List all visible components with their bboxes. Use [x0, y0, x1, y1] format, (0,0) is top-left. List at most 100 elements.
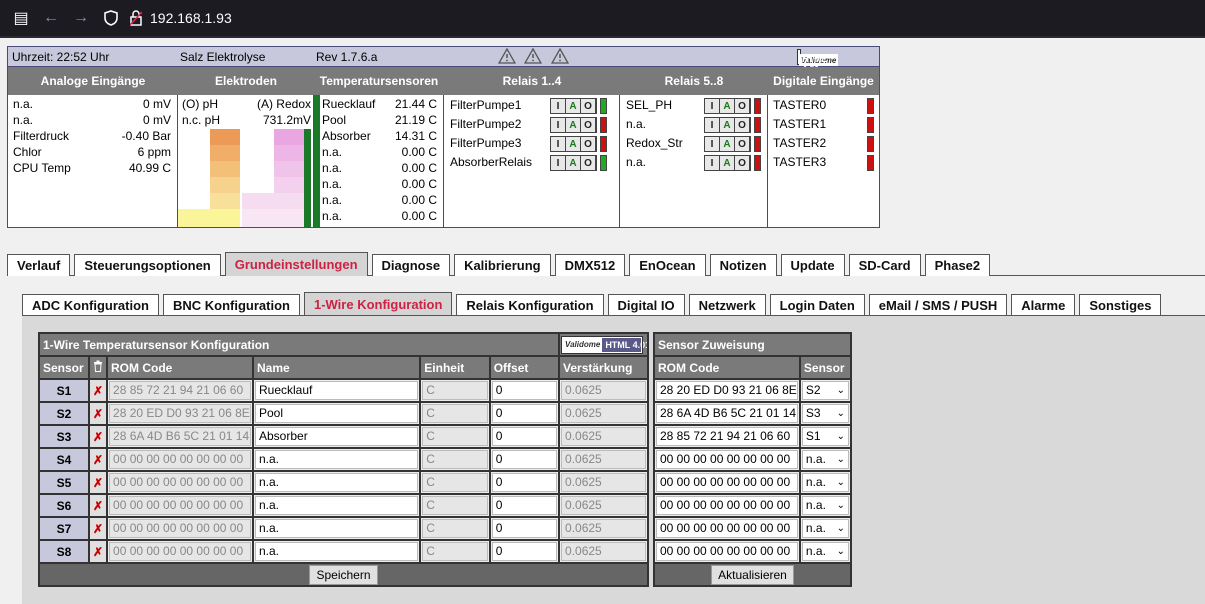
- sensor-select[interactable]: S1 ⌄: [801, 427, 849, 446]
- relay-auto-button[interactable]: A: [566, 137, 580, 151]
- name-field[interactable]: Ruecklauf: [255, 381, 419, 400]
- screen-share-icon[interactable]: ▤: [6, 0, 36, 36]
- unit-field[interactable]: C: [422, 496, 488, 515]
- tab-update[interactable]: Update: [780, 254, 845, 276]
- rom-code-field[interactable]: 00 00 00 00 00 00 00 00: [109, 450, 251, 469]
- relay-auto-button[interactable]: A: [566, 156, 580, 170]
- tab-dmx512[interactable]: DMX512: [554, 254, 626, 276]
- relay-manual-off-button[interactable]: O: [735, 137, 749, 151]
- gain-field[interactable]: 0.0625: [561, 427, 646, 446]
- save-button[interactable]: Speichern: [309, 565, 378, 584]
- relay-auto-button[interactable]: A: [720, 99, 734, 113]
- subtab-email[interactable]: eMail / SMS / PUSH: [868, 294, 1008, 316]
- tab-phase2[interactable]: Phase2: [924, 254, 991, 276]
- tab-enocean[interactable]: EnOcean: [629, 254, 706, 276]
- rom-code-field[interactable]: 28 85 72 21 94 21 06 60: [109, 381, 251, 400]
- offset-field[interactable]: 0: [491, 450, 558, 469]
- sensor-select[interactable]: S2 ⌄: [801, 381, 849, 400]
- relay-manual-off-button[interactable]: O: [735, 156, 749, 170]
- delete-icon[interactable]: ✗: [87, 470, 109, 495]
- sensor-select[interactable]: n.a. ⌄: [801, 519, 849, 538]
- assign-rom-field[interactable]: 00 00 00 00 00 00 00 00: [656, 519, 798, 538]
- gain-field[interactable]: 0.0625: [561, 519, 646, 538]
- subtab-netzwerk[interactable]: Netzwerk: [688, 294, 766, 316]
- delete-icon[interactable]: ✗: [87, 378, 109, 403]
- unit-field[interactable]: C: [422, 450, 488, 469]
- gain-field[interactable]: 0.0625: [561, 450, 646, 469]
- delete-icon[interactable]: ✗: [87, 424, 109, 449]
- offset-field[interactable]: 0: [491, 427, 558, 446]
- gain-field[interactable]: 0.0625: [561, 381, 646, 400]
- subtab-relais[interactable]: Relais Konfiguration: [456, 294, 604, 316]
- delete-icon[interactable]: ✗: [87, 493, 109, 518]
- tab-sd-card[interactable]: SD-Card: [848, 254, 921, 276]
- sensor-select[interactable]: n.a. ⌄: [801, 450, 849, 469]
- assign-rom-field[interactable]: 00 00 00 00 00 00 00 00: [656, 450, 798, 469]
- sensor-select[interactable]: n.a. ⌄: [801, 496, 849, 515]
- unit-field[interactable]: C: [422, 404, 488, 423]
- unit-field[interactable]: C: [422, 519, 488, 538]
- relay-manual-off-button[interactable]: O: [735, 118, 749, 132]
- offset-field[interactable]: 0: [491, 542, 558, 561]
- name-field[interactable]: n.a.: [255, 473, 419, 492]
- assign-rom-field[interactable]: 28 20 ED D0 93 21 06 8E: [656, 381, 798, 400]
- relay-manual-on-button[interactable]: I: [705, 118, 719, 132]
- relay-manual-on-button[interactable]: I: [551, 156, 565, 170]
- name-field[interactable]: n.a.: [255, 450, 419, 469]
- delete-icon[interactable]: ✗: [87, 401, 109, 426]
- gain-field[interactable]: 0.0625: [561, 473, 646, 492]
- rom-code-field[interactable]: 00 00 00 00 00 00 00 00: [109, 496, 251, 515]
- forward-arrow-icon[interactable]: →: [66, 0, 96, 36]
- rom-code-field[interactable]: 00 00 00 00 00 00 00 00: [109, 542, 251, 561]
- relay-manual-on-button[interactable]: I: [551, 137, 565, 151]
- relay-manual-off-button[interactable]: O: [581, 118, 595, 132]
- relay-manual-off-button[interactable]: O: [581, 156, 595, 170]
- relay-auto-button[interactable]: A: [720, 118, 734, 132]
- delete-icon[interactable]: ✗: [87, 447, 109, 472]
- name-field[interactable]: Pool: [255, 404, 419, 423]
- offset-field[interactable]: 0: [491, 473, 558, 492]
- delete-icon[interactable]: ✗: [87, 539, 109, 564]
- unit-field[interactable]: C: [422, 427, 488, 446]
- offset-field[interactable]: 0: [491, 496, 558, 515]
- tab-kalibrierung[interactable]: Kalibrierung: [454, 254, 551, 276]
- relay-auto-button[interactable]: A: [566, 118, 580, 132]
- relay-auto-button[interactable]: A: [566, 99, 580, 113]
- relay-manual-off-button[interactable]: O: [581, 99, 595, 113]
- assign-rom-field[interactable]: 28 85 72 21 94 21 06 60: [656, 427, 798, 446]
- assign-rom-field[interactable]: 00 00 00 00 00 00 00 00: [656, 473, 798, 492]
- delete-icon[interactable]: ✗: [87, 516, 109, 541]
- relay-auto-button[interactable]: A: [720, 137, 734, 151]
- subtab-alarme[interactable]: Alarme: [1011, 294, 1076, 316]
- relay-manual-off-button[interactable]: O: [581, 137, 595, 151]
- update-button[interactable]: Aktualisieren: [711, 565, 794, 584]
- subtab-bnc[interactable]: BNC Konfiguration: [162, 294, 300, 316]
- offset-field[interactable]: 0: [491, 381, 558, 400]
- gain-field[interactable]: 0.0625: [561, 496, 646, 515]
- tab-notizen[interactable]: Notizen: [709, 254, 777, 276]
- unit-field[interactable]: C: [422, 542, 488, 561]
- relay-manual-on-button[interactable]: I: [551, 118, 565, 132]
- tab-verlauf[interactable]: Verlauf: [7, 254, 71, 276]
- subtab-sonstiges[interactable]: Sonstiges: [1079, 294, 1162, 316]
- name-field[interactable]: n.a.: [255, 519, 419, 538]
- subtab-1wire[interactable]: 1-Wire Konfiguration: [303, 292, 453, 316]
- subtab-login[interactable]: Login Daten: [769, 294, 865, 316]
- subtab-digital-io[interactable]: Digital IO: [607, 294, 685, 316]
- assign-rom-field[interactable]: 00 00 00 00 00 00 00 00: [656, 496, 798, 515]
- assign-rom-field[interactable]: 00 00 00 00 00 00 00 00: [656, 542, 798, 561]
- relay-manual-on-button[interactable]: I: [551, 99, 565, 113]
- gain-field[interactable]: 0.0625: [561, 404, 646, 423]
- shield-icon[interactable]: [96, 0, 126, 36]
- relay-manual-on-button[interactable]: I: [705, 156, 719, 170]
- subtab-adc[interactable]: ADC Konfiguration: [22, 294, 159, 316]
- rom-code-field[interactable]: 28 20 ED D0 93 21 06 8E: [109, 404, 251, 423]
- unit-field[interactable]: C: [422, 473, 488, 492]
- relay-manual-on-button[interactable]: I: [705, 99, 719, 113]
- gain-field[interactable]: 0.0625: [561, 542, 646, 561]
- tab-diagnose[interactable]: Diagnose: [371, 254, 451, 276]
- sensor-select[interactable]: n.a. ⌄: [801, 542, 849, 561]
- relay-manual-off-button[interactable]: O: [735, 99, 749, 113]
- rom-code-field[interactable]: 00 00 00 00 00 00 00 00: [109, 519, 251, 538]
- insecure-lock-icon[interactable]: [126, 0, 146, 36]
